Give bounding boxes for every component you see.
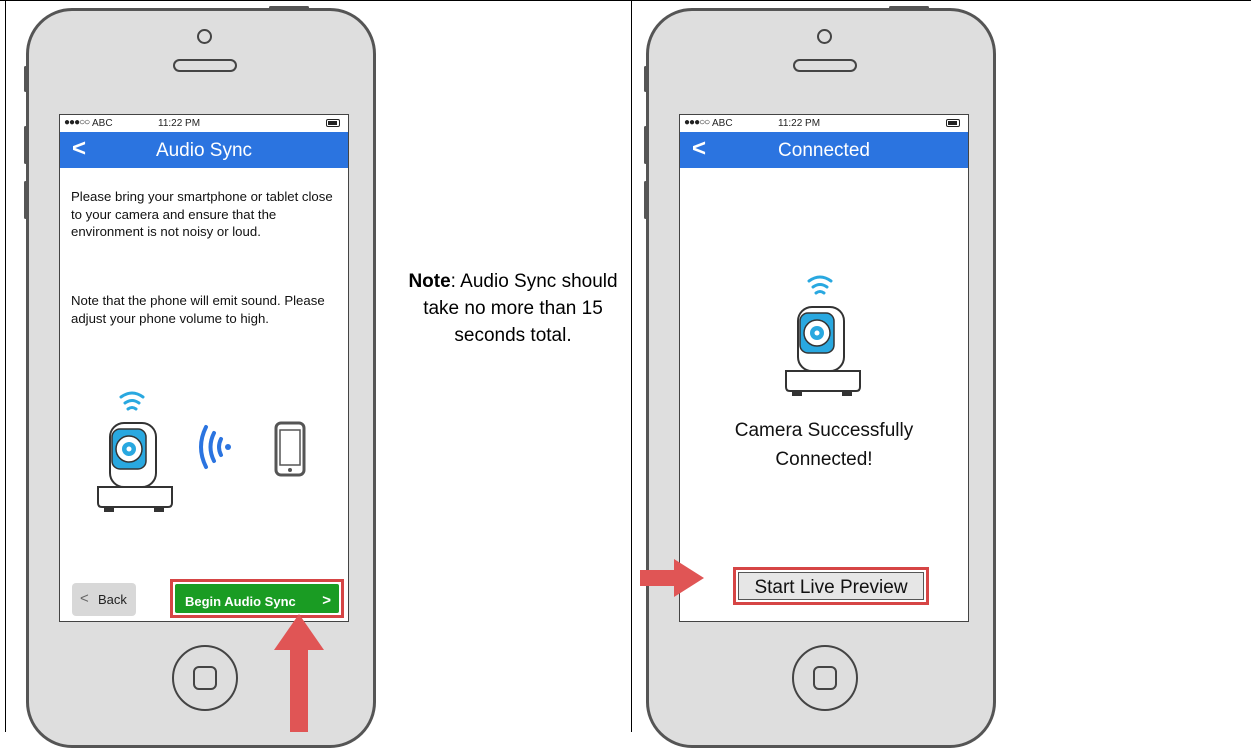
home-button[interactable]	[172, 645, 238, 711]
signal-icon: ●●●○○	[684, 117, 710, 128]
phone-top-button	[269, 6, 309, 9]
status-time: 11:22 PM	[778, 118, 821, 129]
status-time: 11:22 PM	[158, 118, 201, 129]
chevron-left-icon: <	[80, 590, 89, 607]
speaker-icon	[793, 59, 857, 72]
begin-audio-sync-button[interactable]: Begin Audio Sync >	[175, 584, 339, 613]
note-body: : Audio Sync should take no more than 15…	[423, 271, 618, 346]
left-screen: ●●●○○ ABC 11:22 PM < Audio Sync Please b…	[59, 114, 349, 622]
back-button[interactable]: < Back	[72, 583, 136, 616]
chevron-right-icon: >	[322, 592, 331, 609]
phone-side-button	[644, 181, 647, 219]
frame-middle-line	[631, 0, 632, 732]
signal-icon: ●●●○○	[64, 117, 90, 128]
wifi-icon	[119, 391, 145, 411]
success-message-line1: Camera Successfully	[734, 420, 914, 441]
battery-icon	[946, 119, 960, 127]
smartphone-icon	[274, 421, 306, 477]
phone-side-button	[24, 126, 27, 164]
phone-side-button	[644, 126, 647, 164]
front-camera-icon	[817, 29, 832, 44]
home-button-icon	[813, 666, 837, 690]
arrow-icon	[640, 559, 704, 597]
camera-icon	[785, 275, 861, 396]
begin-audio-sync-highlight: Begin Audio Sync >	[170, 579, 344, 618]
instruction-paragraph: Please bring your smartphone or tablet c…	[71, 189, 333, 239]
phone-top-button	[889, 6, 929, 9]
status-bar: ●●●○○ ABC 11:22 PM	[60, 115, 348, 132]
back-button-label: Back	[98, 592, 127, 607]
start-live-preview-button[interactable]: Start Live Preview	[738, 572, 924, 600]
right-screen: ●●●○○ ABC 11:22 PM < Connected Camera Su…	[679, 114, 969, 622]
status-bar: ●●●○○ ABC 11:22 PM	[680, 115, 968, 132]
front-camera-icon	[197, 29, 212, 44]
speaker-icon	[173, 59, 237, 72]
volume-paragraph: Note that the phone will emit sound. Ple…	[71, 293, 325, 326]
phone-side-button	[24, 66, 27, 92]
frame-left-line	[5, 0, 6, 732]
note-label: Note	[408, 271, 451, 292]
camera-icon	[97, 391, 173, 512]
note-text: Note: Audio Sync should take no more tha…	[392, 268, 634, 349]
wifi-icon	[807, 275, 833, 295]
carrier-label: ABC	[92, 118, 113, 129]
phone-side-button	[644, 66, 647, 92]
nav-title: Connected	[778, 140, 870, 161]
start-live-preview-highlight: Start Live Preview	[733, 567, 929, 605]
sound-wave-icon	[199, 425, 231, 469]
begin-audio-sync-label: Begin Audio Sync	[185, 594, 296, 609]
battery-icon	[326, 119, 340, 127]
home-button-icon	[193, 666, 217, 690]
frame-top-line	[0, 0, 1251, 1]
home-button[interactable]	[792, 645, 858, 711]
arrow-icon	[274, 614, 324, 732]
success-message-line2: Connected!	[775, 449, 873, 470]
right-phone: ●●●○○ ABC 11:22 PM < Connected Camera Su…	[644, 6, 996, 748]
phone-side-button	[24, 181, 27, 219]
nav-title: Audio Sync	[155, 140, 253, 161]
carrier-label: ABC	[712, 118, 733, 129]
nav-bar: < Connected	[680, 132, 968, 168]
nav-bar: < Audio Sync	[60, 132, 348, 168]
